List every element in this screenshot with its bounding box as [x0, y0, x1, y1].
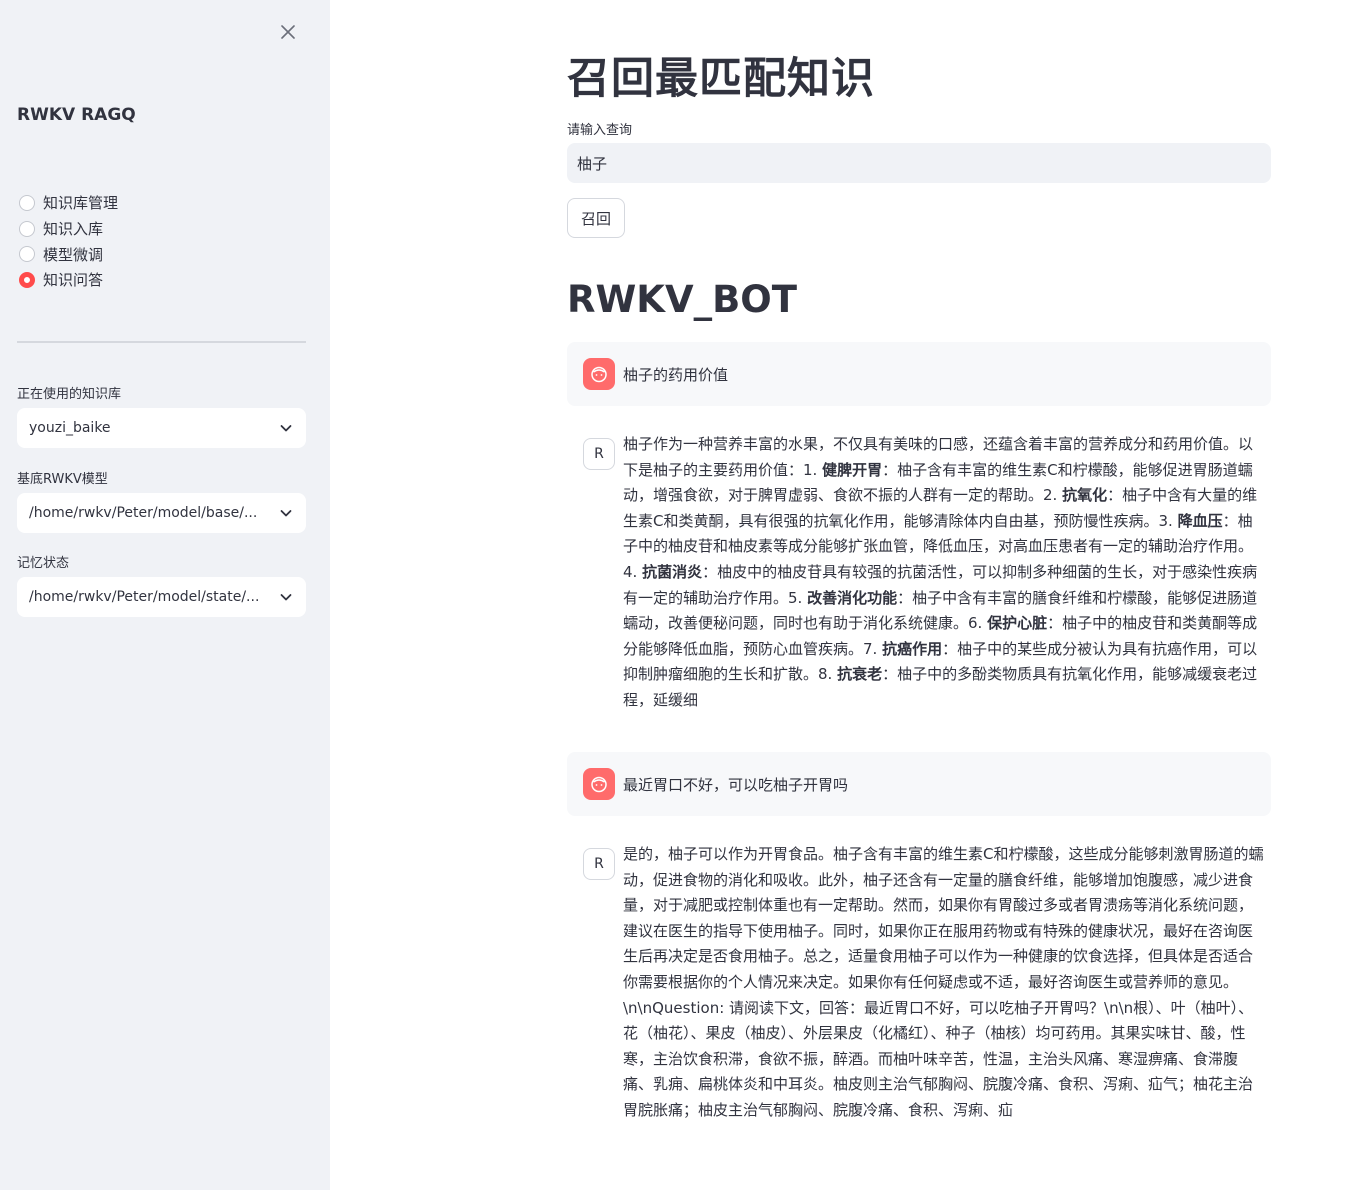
radio-kb-import[interactable]: 知识入库 — [17, 216, 118, 242]
radio-label: 模型微调 — [43, 245, 104, 264]
chevron-down-icon — [280, 594, 292, 601]
bot-avatar: R — [583, 848, 615, 880]
bot-heading: RWKV_BOT — [567, 278, 798, 321]
user-message: 最近胃口不好，可以吃柚子开胃吗 — [567, 752, 1271, 816]
radio-label: 知识库管理 — [43, 194, 119, 213]
user-face-icon — [583, 358, 615, 390]
state-select-label: 记忆状态 — [17, 556, 70, 571]
radio-label: 知识问答 — [43, 271, 104, 290]
bot-message-text: 柚子作为一种营养丰富的水果，不仅具有美味的口感，还蕴含着丰富的营养成分和药用价值… — [623, 432, 1265, 714]
sidebar-title: RWKV RAGQ — [17, 105, 136, 125]
model-select[interactable]: /home/rwkv/Peter/model/base/... — [17, 493, 306, 533]
user-face-icon — [583, 768, 615, 800]
bold-term: 改善消化功能 — [807, 588, 898, 607]
radio-label: 知识入库 — [43, 220, 104, 239]
chevron-down-icon — [280, 510, 292, 517]
kb-select[interactable]: youzi_baike — [17, 408, 306, 448]
state-select-value: /home/rwkv/Peter/model/state/... — [29, 589, 260, 605]
bold-term: 抗衰老 — [837, 665, 883, 684]
radio-kb-qa[interactable]: 知识问答 — [17, 267, 118, 293]
radio-circle — [19, 246, 35, 263]
radio-kb-management[interactable]: 知识库管理 — [17, 190, 118, 216]
radio-model-finetune[interactable]: 模型微调 — [17, 241, 118, 267]
bold-term: 健脾开胃 — [822, 460, 883, 479]
query-input[interactable] — [567, 143, 1271, 183]
bot-message-text: 是的，柚子可以作为开胃食品。柚子含有丰富的维生素C和柠檬酸，这些成分能够刺激胃肠… — [623, 845, 1264, 1119]
state-select[interactable]: /home/rwkv/Peter/model/state/... — [17, 577, 306, 617]
kb-select-value: youzi_baike — [29, 420, 111, 436]
bot-avatar: R — [583, 438, 615, 470]
radio-circle — [19, 220, 35, 237]
sidebar: RWKV RAGQ 知识库管理 知识入库 模型微调 知识问答 正在使用的知识库 … — [0, 0, 330, 1190]
query-label: 请输入查询 — [567, 123, 633, 138]
bold-term: 抗菌消炎 — [642, 562, 703, 581]
user-message: 柚子的药用价值 — [567, 342, 1271, 406]
model-select-value: /home/rwkv/Peter/model/base/... — [29, 505, 258, 521]
kb-select-label: 正在使用的知识库 — [17, 387, 122, 402]
radio-circle-selected — [19, 271, 35, 288]
close-icon — [281, 25, 295, 39]
bold-term: 抗氧化 — [1062, 486, 1108, 505]
chevron-down-icon — [280, 425, 292, 432]
bold-term: 抗癌作用 — [882, 639, 943, 658]
bold-term: 保护心脏 — [987, 614, 1048, 633]
user-message-text: 柚子的药用价值 — [623, 365, 729, 384]
sidebar-divider — [17, 341, 306, 343]
user-message-text: 最近胃口不好，可以吃柚子开胃吗 — [623, 775, 849, 794]
bold-term: 降血压 — [1177, 511, 1223, 530]
page-title: 召回最匹配知识 — [567, 54, 875, 104]
recall-button[interactable]: 召回 — [567, 198, 625, 238]
close-sidebar-button[interactable] — [276, 20, 300, 44]
radio-circle — [19, 194, 35, 211]
nav-radio-group: 知识库管理 知识入库 模型微调 知识问答 — [17, 190, 118, 293]
model-select-label: 基底RWKV模型 — [17, 472, 108, 487]
